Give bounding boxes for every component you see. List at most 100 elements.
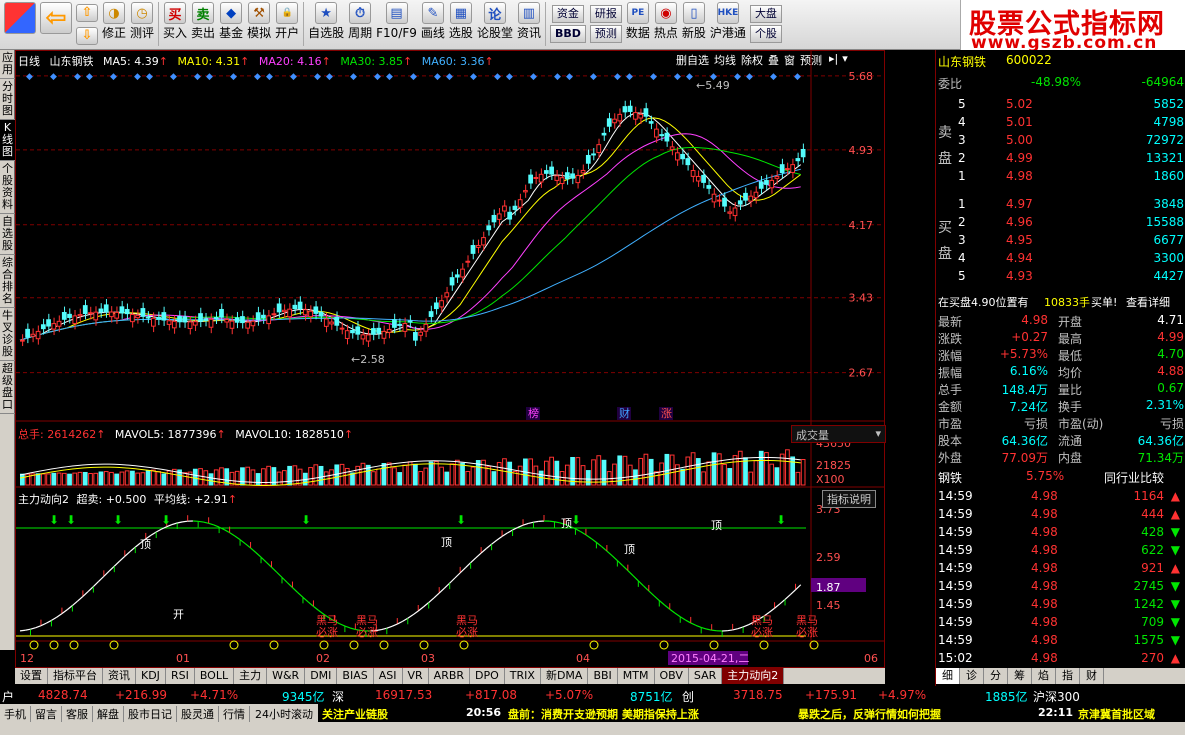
report-button[interactable]: 研报 (589, 5, 622, 23)
ticker-news-2[interactable]: 盘前：消费开支逊预期 美期指保持上涨 (508, 706, 699, 722)
cell: 1 (958, 197, 966, 211)
toolbar-button-11[interactable]: ▥ 资讯 (515, 2, 543, 48)
quote-tab-1[interactable]: 诊 (960, 668, 984, 684)
chevron-down-icon[interactable]: ▾ (842, 52, 848, 68)
indicator-line (475, 552, 482, 559)
toolbar-button-7[interactable]: ▤ F10/F9 (374, 2, 419, 48)
indicator-tab-14[interactable]: TRIX (505, 668, 541, 684)
ticker-menu-item-0[interactable]: 手机 (0, 706, 31, 722)
left-tab-0[interactable]: 应用 (0, 50, 15, 79)
quote-tab-0[interactable]: 细 (936, 668, 960, 684)
indicator-tab-11[interactable]: VR (403, 668, 429, 684)
indicator-tab-5[interactable]: BOLL (195, 668, 235, 684)
indicator-line (412, 610, 419, 616)
toolbar-button-15[interactable]: HKE 沪港通 (708, 2, 748, 48)
indicator-tab-4[interactable]: RSI (166, 668, 195, 684)
bbd-button[interactable]: BBD (549, 25, 586, 43)
toolbar-button-10[interactable]: 论论股堂 (475, 2, 515, 48)
toolbar-button-0[interactable]: 买买入 (161, 2, 189, 48)
indicator-tab-19[interactable]: SAR (689, 668, 723, 684)
quote-tab-2[interactable]: 分 (984, 668, 1008, 684)
chart-btn-0[interactable]: 删自选 (676, 52, 709, 68)
indicator-tab-13[interactable]: DPO (470, 668, 505, 684)
indicator-tab-20[interactable]: 主力动向2 (722, 668, 785, 684)
test-button[interactable]: ◷ 测评 (128, 2, 156, 48)
quote-tab-6[interactable]: 财 (1080, 668, 1104, 684)
cell: 振幅 (938, 366, 963, 380)
arrow-right-icon[interactable]: ▸| (829, 52, 838, 68)
app-logo-icon[interactable] (2, 2, 38, 48)
up-down-buttons[interactable]: ⇧ ⇩ (74, 2, 100, 48)
volume-bar (151, 469, 156, 486)
kline-chart-area[interactable]: 5.68 4.93 4.17 3.43 2.67 ◆ ◆ ◆ ◆ ◆ ◆ ◆ ◆ ◆ ◆ ◆ ◆ ◆ ◆ ◆ ◆ ◆ ◆ ◆ ◆… (15, 50, 886, 668)
chart-btn-2[interactable]: 除权 (741, 52, 763, 68)
indicator-tab-6[interactable]: 主力 (234, 668, 268, 684)
indicator-tab-2[interactable]: 资讯 (103, 668, 136, 684)
quote-tab-5[interactable]: 指 (1056, 668, 1080, 684)
indicator-line (679, 616, 686, 621)
signal-diamond-icon: ◆ (410, 72, 417, 82)
industry-compare-btn[interactable]: 同行业比较 (1104, 469, 1164, 486)
ticker-menu-item-2[interactable]: 客服 (62, 706, 93, 722)
toolbar-button-3[interactable]: ⚒ 模拟 (245, 2, 273, 48)
left-tab-1[interactable]: 分时图 (0, 79, 15, 120)
quote-tab-3[interactable]: 筹 (1008, 668, 1032, 684)
indicator-tab-10[interactable]: ASI (374, 668, 403, 684)
left-tab-2[interactable]: K线图 (0, 120, 15, 161)
ticker-menu-item-1[interactable]: 留言 (31, 706, 62, 722)
back-button[interactable]: ⇦ (38, 2, 74, 48)
left-tab-5[interactable]: 综合排名 (0, 255, 15, 308)
toolbar-button-4[interactable]: 🔒 开户 (273, 2, 301, 48)
candle-body (769, 179, 775, 189)
ticker-news-4[interactable]: 京津冀首批区域 (1078, 706, 1155, 722)
indicator-line (386, 625, 393, 629)
up-arrow-icon[interactable]: ⇧ (76, 3, 98, 22)
msg4[interactable]: 查看详细 (1126, 294, 1170, 310)
fund-button[interactable]: 资金 (551, 5, 584, 23)
chart-btn-1[interactable]: 均线 (714, 52, 736, 68)
toolbar-button-1[interactable]: 卖卖出 (189, 2, 217, 48)
toolbar-button-2[interactable]: ◆ 基金 (217, 2, 245, 48)
left-tab-4[interactable]: 自选股 (0, 214, 15, 255)
indicator-help-button[interactable]: 指标说明 (822, 490, 876, 508)
stock-button[interactable]: 个股 (749, 25, 782, 43)
ticker-menu-item-4[interactable]: 股市日记 (124, 706, 177, 722)
chart-btn-4[interactable]: 窗 (784, 52, 795, 68)
toolbar-button-5[interactable]: ★ 自选股 (306, 2, 346, 48)
indicator-tab-1[interactable]: 指标平台 (48, 668, 103, 684)
indicator-line (433, 592, 440, 599)
indicator-tab-9[interactable]: BIAS (337, 668, 374, 684)
indicator-tab-8[interactable]: DMI (305, 668, 338, 684)
indicator-tab-0[interactable]: 设置 (15, 668, 48, 684)
toolbar-button-9[interactable]: ▦ 选股 (447, 2, 475, 48)
indicator-tab-17[interactable]: MTM (618, 668, 655, 684)
chart-btn-5[interactable]: 预测 (800, 52, 822, 68)
quote-tab-4[interactable]: 焰 (1032, 668, 1056, 684)
toolbar-button-14[interactable]: ▯ 新股 (680, 2, 708, 48)
toolbar-button-8[interactable]: ✎ 画线 (419, 2, 447, 48)
indicator-tab-12[interactable]: ARBR (429, 668, 471, 684)
indicator-tab-3[interactable]: KDJ (136, 668, 166, 684)
ticker-news-3[interactable]: 暴跌之后，反弹行情如何把握 (798, 706, 941, 722)
chart-btn-3[interactable]: 叠 (768, 52, 779, 68)
toolbar-button-6[interactable]: ⏱ 周期 (346, 2, 374, 48)
indicator-tab-18[interactable]: OBV (655, 668, 689, 684)
market-button[interactable]: 大盘 (749, 5, 782, 23)
down-arrow-icon[interactable]: ⇩ (76, 26, 98, 45)
volume-select[interactable]: 成交量 ▾ (791, 425, 886, 443)
toolbar-button-12[interactable]: PE 数据 (624, 2, 652, 48)
fix-button[interactable]: ◑ 修正 (100, 2, 128, 48)
left-tab-6[interactable]: 牛叉诊股 (0, 308, 15, 361)
toolbar-button-13[interactable]: ◉ 热点 (652, 2, 680, 48)
indicator-tab-7[interactable]: W&R (267, 668, 306, 684)
ticker-menu-item-6[interactable]: 行情 (219, 706, 250, 722)
indicator-tab-15[interactable]: 新DMA (541, 668, 589, 684)
ticker-news-1[interactable]: 关注产业链股 (322, 706, 388, 722)
cell: 4.98 (1021, 313, 1048, 327)
ticker-menu-item-5[interactable]: 股灵通 (177, 706, 219, 722)
left-tab-7[interactable]: 超级盘口 (0, 361, 15, 414)
indicator-tab-16[interactable]: BBI (588, 668, 618, 684)
ticker-menu-item-3[interactable]: 解盘 (93, 706, 124, 722)
forecast-button[interactable]: 预测 (589, 25, 622, 43)
left-tab-3[interactable]: 个股资料 (0, 161, 15, 214)
